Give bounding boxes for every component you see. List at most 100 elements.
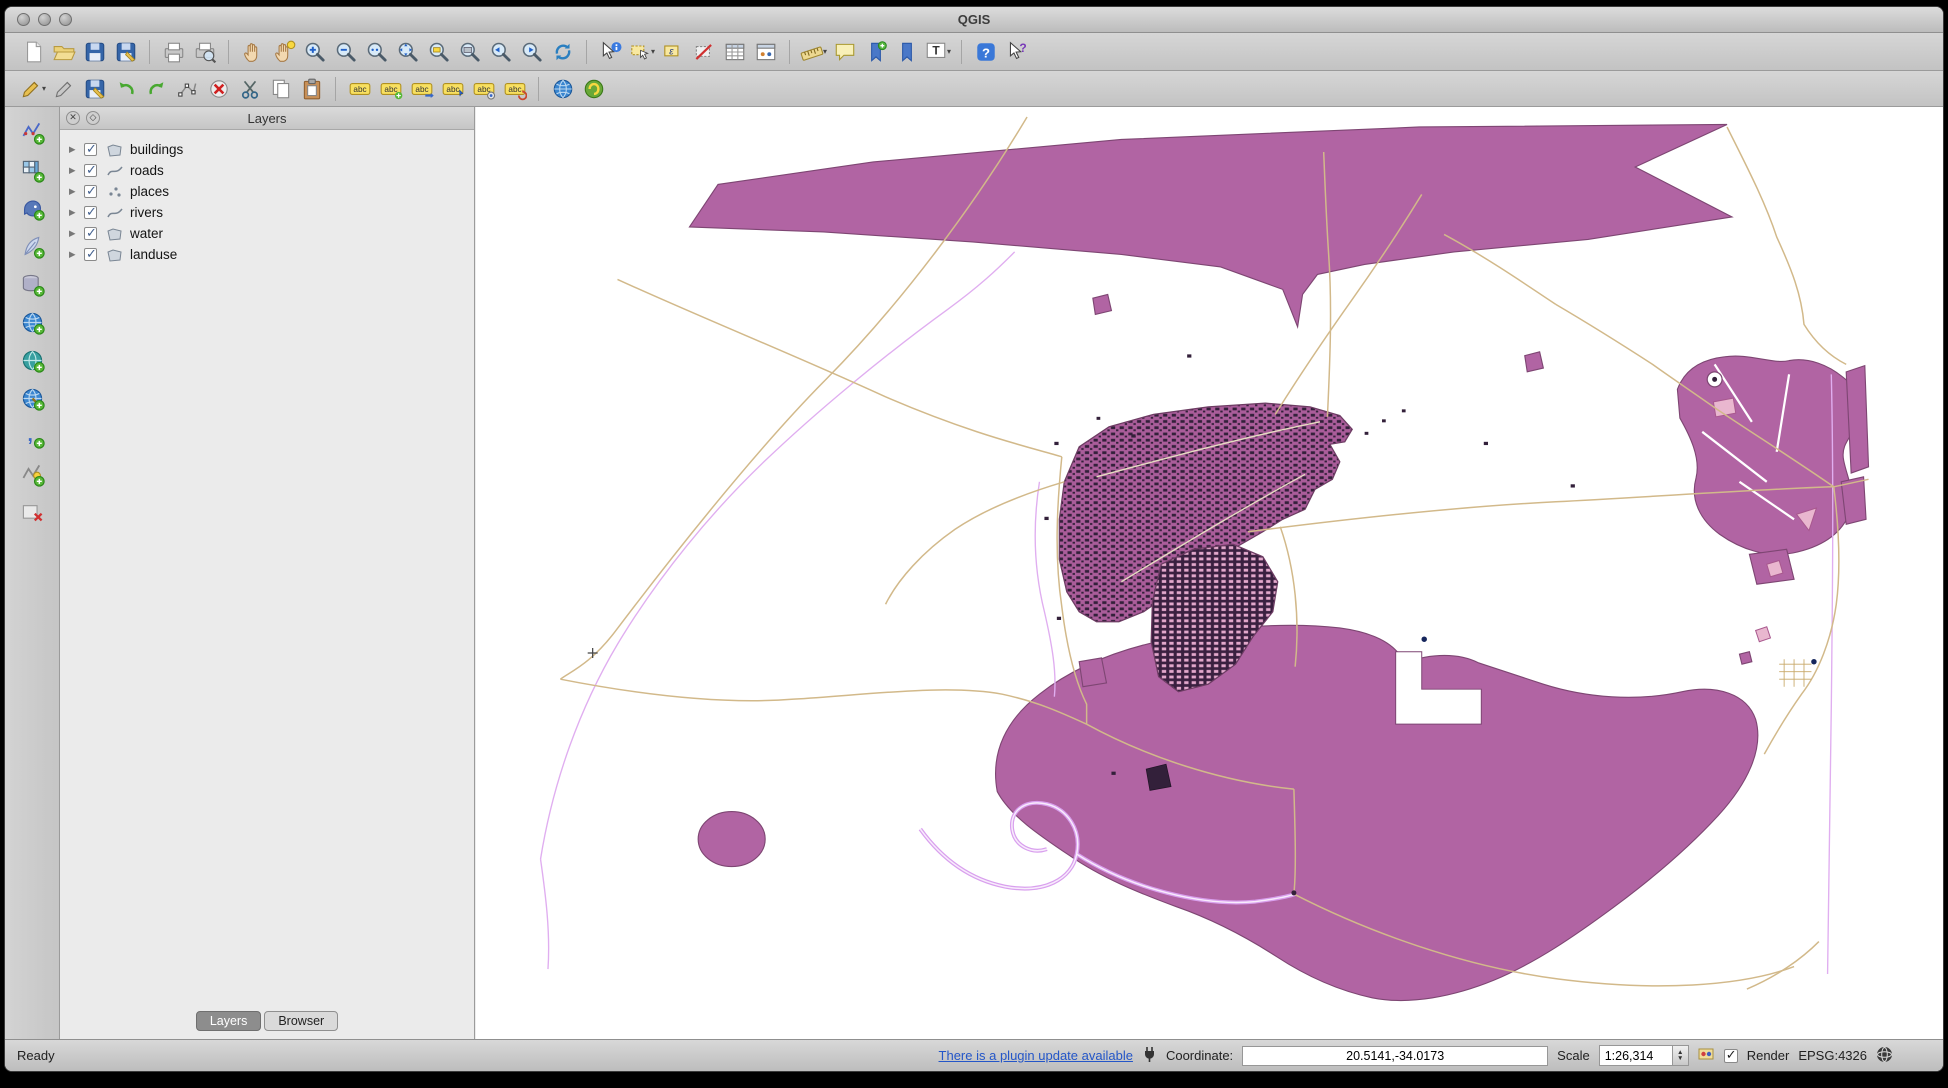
close-button[interactable] (17, 13, 30, 26)
add-wms-layer-button[interactable] (15, 309, 49, 341)
plugin-update-link[interactable]: There is a plugin update available (939, 1048, 1133, 1063)
toggle-editing-button[interactable] (48, 73, 79, 104)
add-spatialite-layer-button[interactable] (15, 233, 49, 265)
layer-labeling-options-button[interactable]: abc (344, 73, 375, 104)
scale-stepper-icon[interactable]: ▲▼ (1672, 1046, 1688, 1065)
polygon-layer-icon (104, 248, 126, 262)
add-vector-layer-button[interactable] (15, 119, 49, 151)
copy-features-button[interactable] (265, 73, 296, 104)
refresh-map-button[interactable] (547, 36, 578, 67)
zoom-button[interactable] (59, 13, 72, 26)
undo-edits-button[interactable] (110, 73, 141, 104)
add-mssql-layer-button[interactable] (15, 271, 49, 303)
composer-manager-button[interactable] (189, 36, 220, 67)
zoom-next-button[interactable] (516, 36, 547, 67)
metasearch-button[interactable] (547, 73, 578, 104)
dropdown-arrow-icon[interactable]: ▾ (651, 47, 655, 56)
expand-arrow-icon[interactable]: ▶ (69, 165, 84, 176)
add-wfs-layer-button[interactable] (15, 385, 49, 417)
cut-features-button[interactable] (234, 73, 265, 104)
panel-close-icon[interactable]: ✕ (66, 111, 80, 125)
whats-this-button[interactable]: ? (1001, 36, 1032, 67)
layer-item-buildings[interactable]: ▶buildings (60, 139, 474, 160)
new-project-button[interactable] (17, 36, 48, 67)
render-status-icon[interactable] (1698, 1046, 1715, 1065)
add-postgis-layer-button[interactable] (15, 195, 49, 227)
node-tool-button[interactable] (172, 73, 203, 104)
open-project-button[interactable] (48, 36, 79, 67)
scale-input[interactable] (1600, 1046, 1672, 1065)
add-wcs-layer-button[interactable] (15, 347, 49, 379)
save-layer-edits-button[interactable] (79, 73, 110, 104)
current-edits-button[interactable]: ▾ (17, 73, 48, 104)
layer-item-landuse[interactable]: ▶landuse (60, 244, 474, 265)
zoom-out-button[interactable] (330, 36, 361, 67)
dropdown-arrow-icon[interactable]: ▾ (823, 47, 827, 56)
label-pin-button[interactable]: abc (437, 73, 468, 104)
redo-edits-icon (145, 77, 169, 101)
new-shapefile-layer-button[interactable] (15, 461, 49, 493)
measure-line-button[interactable]: ▾ (798, 36, 829, 67)
layer-visibility-checkbox[interactable] (84, 227, 97, 240)
help-button[interactable]: ? (970, 36, 1001, 67)
new-bookmark-button[interactable] (860, 36, 891, 67)
dropdown-arrow-icon[interactable]: ▾ (42, 84, 46, 93)
layer-item-rivers[interactable]: ▶rivers (60, 202, 474, 223)
zoom-last-button[interactable] (485, 36, 516, 67)
add-raster-layer-button[interactable] (15, 157, 49, 189)
add-delimited-text-layer-button[interactable]: , (15, 423, 49, 455)
save-project-as-button[interactable] (110, 36, 141, 67)
deselect-features-button[interactable] (688, 36, 719, 67)
field-calculator-button[interactable] (750, 36, 781, 67)
pan-map-button[interactable] (237, 36, 268, 67)
text-annotation-button[interactable]: T▾ (922, 36, 953, 67)
layer-item-water[interactable]: ▶water (60, 223, 474, 244)
open-attribute-table-button[interactable] (719, 36, 750, 67)
new-print-composer-button[interactable] (158, 36, 189, 67)
zoom-to-layer-button[interactable] (454, 36, 485, 67)
point-layer-icon (104, 185, 126, 199)
label-show-hide-button[interactable]: abc (468, 73, 499, 104)
panel-float-icon[interactable]: ◇ (86, 111, 100, 125)
expand-arrow-icon[interactable]: ▶ (69, 228, 84, 239)
identify-features-button[interactable] (595, 36, 626, 67)
panel-tab-layers[interactable]: Layers (196, 1011, 262, 1031)
show-bookmarks-button[interactable] (891, 36, 922, 67)
python-console-button[interactable] (578, 73, 609, 104)
select-by-expression-button[interactable]: ε (657, 36, 688, 67)
scale-combo[interactable]: ▲▼ (1599, 1045, 1689, 1066)
expand-arrow-icon[interactable]: ▶ (69, 207, 84, 218)
expand-arrow-icon[interactable]: ▶ (69, 186, 84, 197)
label-move-button[interactable]: abc (406, 73, 437, 104)
zoom-full-button[interactable] (392, 36, 423, 67)
zoom-native-button[interactable] (361, 36, 392, 67)
dropdown-arrow-icon[interactable]: ▾ (947, 47, 951, 56)
paste-features-button[interactable] (296, 73, 327, 104)
map-canvas[interactable] (476, 107, 1943, 1039)
layer-item-places[interactable]: ▶places (60, 181, 474, 202)
layer-visibility-checkbox[interactable] (84, 143, 97, 156)
coordinate-input[interactable] (1242, 1046, 1548, 1066)
panel-tab-browser[interactable]: Browser (264, 1011, 338, 1031)
save-project-button[interactable] (79, 36, 110, 67)
delete-selected-button[interactable] (203, 73, 234, 104)
render-checkbox[interactable] (1724, 1049, 1738, 1063)
map-tips-button[interactable] (829, 36, 860, 67)
label-rotate-button[interactable]: abc (499, 73, 530, 104)
layer-item-roads[interactable]: ▶roads (60, 160, 474, 181)
layer-visibility-checkbox[interactable] (84, 206, 97, 219)
label-add-button[interactable]: abc (375, 73, 406, 104)
pan-to-selection-button[interactable] (268, 36, 299, 67)
layer-visibility-checkbox[interactable] (84, 248, 97, 261)
layer-visibility-checkbox[interactable] (84, 185, 97, 198)
redo-edits-button[interactable] (141, 73, 172, 104)
minimize-button[interactable] (38, 13, 51, 26)
zoom-in-button[interactable] (299, 36, 330, 67)
zoom-to-selection-button[interactable] (423, 36, 454, 67)
layer-visibility-checkbox[interactable] (84, 164, 97, 177)
crs-status-icon[interactable] (1876, 1046, 1893, 1066)
select-features-button[interactable]: ▾ (626, 36, 657, 67)
remove-layer-button[interactable] (15, 499, 49, 531)
expand-arrow-icon[interactable]: ▶ (69, 249, 84, 260)
expand-arrow-icon[interactable]: ▶ (69, 144, 84, 155)
